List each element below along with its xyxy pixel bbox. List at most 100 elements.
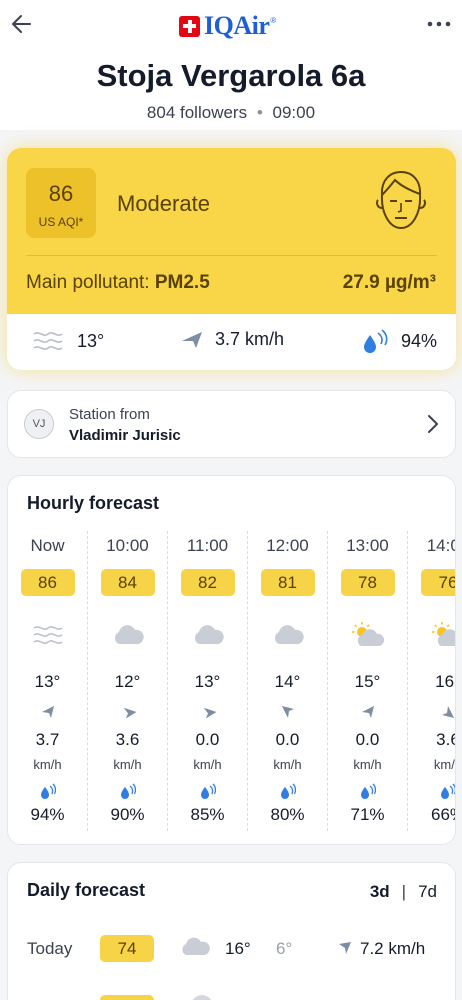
fog-icon [8,620,87,650]
hourly-time: 10:00 [106,536,149,555]
range-7d-button[interactable]: 7d [418,882,437,902]
humidity-value: 94% [401,330,438,351]
followers-count: 804 followers [146,103,248,122]
wind-direction-icon [339,942,351,954]
daily-high-temp: 16° [225,939,251,958]
aqi-badge: 86 US AQI* [26,168,96,238]
weather-temperature: 13° [31,329,104,353]
top-bar: IQAir ® [0,0,462,50]
daily-day: Today [27,939,73,958]
aqi-level: Moderate [117,191,210,216]
aqi-unit: US AQI* [38,215,84,229]
hourly-wind-unit: km/h [273,757,302,772]
current-weather: 13° 3.7 km/h 94% [7,314,456,370]
pollutant-concentration: 27.9 µg/m³ [342,272,436,293]
hourly-item: 12:00 81 14° 0.0 km/h 80% [248,531,328,831]
hourly-temperature: 15° [354,672,381,691]
update-time: 09:00 [272,103,316,122]
hourly-wind-unit: km/h [433,757,455,772]
hourly-aqi-badge: 76 [421,569,455,596]
hourly-humidity: 66% [430,805,455,824]
range-3d-button[interactable]: 3d [370,882,390,902]
hourly-forecast-title: Hourly forecast [27,493,160,513]
weather-humidity: 94% [361,329,437,353]
separator-dot: • [256,103,263,122]
main-pollutant: Main pollutant: PM2.5 [26,272,210,294]
iqair-logo: IQAir ® [179,11,276,40]
wind-speed-value: 3.7 km/h [215,329,285,349]
hourly-item: 13:00 78 15° 0.0 km/h 71% [328,531,408,831]
station-source-row[interactable]: VJ Station from Vladimir Jurisic [7,390,456,458]
hourly-time: 11:00 [186,536,229,555]
humidity-icon [364,329,388,353]
hourly-aqi-badge: 78 [340,569,395,596]
range-separator: | [401,882,407,901]
hourly-item: 14:00 76 16° 3.6 km/h 66% [408,531,455,831]
daily-row[interactable]: Today 74 16° 6° 7.2 km/h [8,935,455,963]
hourly-forecast-card[interactable]: Hourly forecast Now 86 13° 3.7 km/h 94% 10:00 8… [7,475,456,845]
aqi-value: 86 [48,181,74,206]
daily-wind: 7.2 km/h [360,939,426,958]
wind-direction-icon [328,703,407,721]
humidity-icon [8,783,87,799]
more-options-button[interactable] [424,12,454,36]
hourly-temperature: 12° [114,672,141,691]
hourly-humidity: 71% [350,805,385,824]
avatar: VJ [24,409,54,439]
hourly-wind-speed: 3.6 [115,730,140,749]
wind-direction-icon [88,703,167,721]
wind-direction-icon [182,331,202,348]
cloud-icon [182,937,210,955]
chevron-right-icon [428,415,438,433]
swiss-flag-icon [179,15,200,37]
weather-wind: 3.7 km/h [181,329,284,350]
hourly-item: 11:00 82 13° 0.0 km/h 85% [168,531,248,831]
hourly-temperature: 13° [194,672,221,691]
hourly-temperature: 16° [435,672,455,691]
hourly-aqi-badge: 82 [180,569,235,596]
humidity-icon [168,783,247,799]
partly-sunny-icon [408,620,455,650]
logo-text: IQAir [204,11,270,40]
temperature-value: 13° [77,330,105,351]
humidity-icon [248,783,327,799]
wind-direction-icon [168,703,247,721]
fog-icon [33,332,63,350]
hourly-wind-unit: km/h [193,757,222,772]
humidity-icon [88,783,167,799]
hourly-time: 14:00 [426,536,455,555]
weather-icon [191,995,213,1000]
daily-low-temp: 6° [276,939,293,958]
station-subtitle: 804 followers • 09:00 [0,103,462,123]
hourly-aqi-badge: 84 [100,569,155,596]
hourly-item: 10:00 84 12° 3.6 km/h 90% [88,531,168,831]
hourly-wind-unit: km/h [353,757,382,772]
hourly-wind-speed: 3.7 [35,730,60,749]
hourly-temperature: 13° [34,672,61,691]
humidity-icon [328,783,407,799]
back-button[interactable] [8,9,38,39]
hourly-wind-unit: km/h [33,757,62,772]
forecast-range-toggle: 3d | 7d [370,882,437,902]
hourly-humidity: 80% [270,805,305,824]
daily-aqi-badge [100,995,154,1000]
neutral-face-icon [376,170,426,230]
cloud-icon [248,620,327,650]
ellipsis-icon [427,21,451,27]
pollutant-name: PM2.5 [154,272,210,293]
station-from-label: Station from [69,406,150,423]
hourly-wind-unit: km/h [113,757,142,772]
hourly-time: Now [30,536,65,555]
hourly-aqi-badge: 81 [260,569,315,596]
hourly-humidity: 94% [30,805,65,824]
daily-aqi-badge: 74 [100,935,154,962]
humidity-icon [408,783,455,799]
hourly-humidity: 85% [190,805,225,824]
hourly-time: 13:00 [346,536,389,555]
daily-forecast-card[interactable]: Daily forecast 3d | 7d Today 74 16° 6° 7… [7,862,456,1000]
aqi-card[interactable]: 86 US AQI* Moderate Main pollutant: PM2.… [7,148,456,370]
aqi-divider [26,255,437,256]
hourly-time: 12:00 [266,536,309,555]
wind-direction-icon [8,703,87,721]
aqi-summary: 86 US AQI* Moderate Main pollutant: PM2.… [7,148,456,314]
